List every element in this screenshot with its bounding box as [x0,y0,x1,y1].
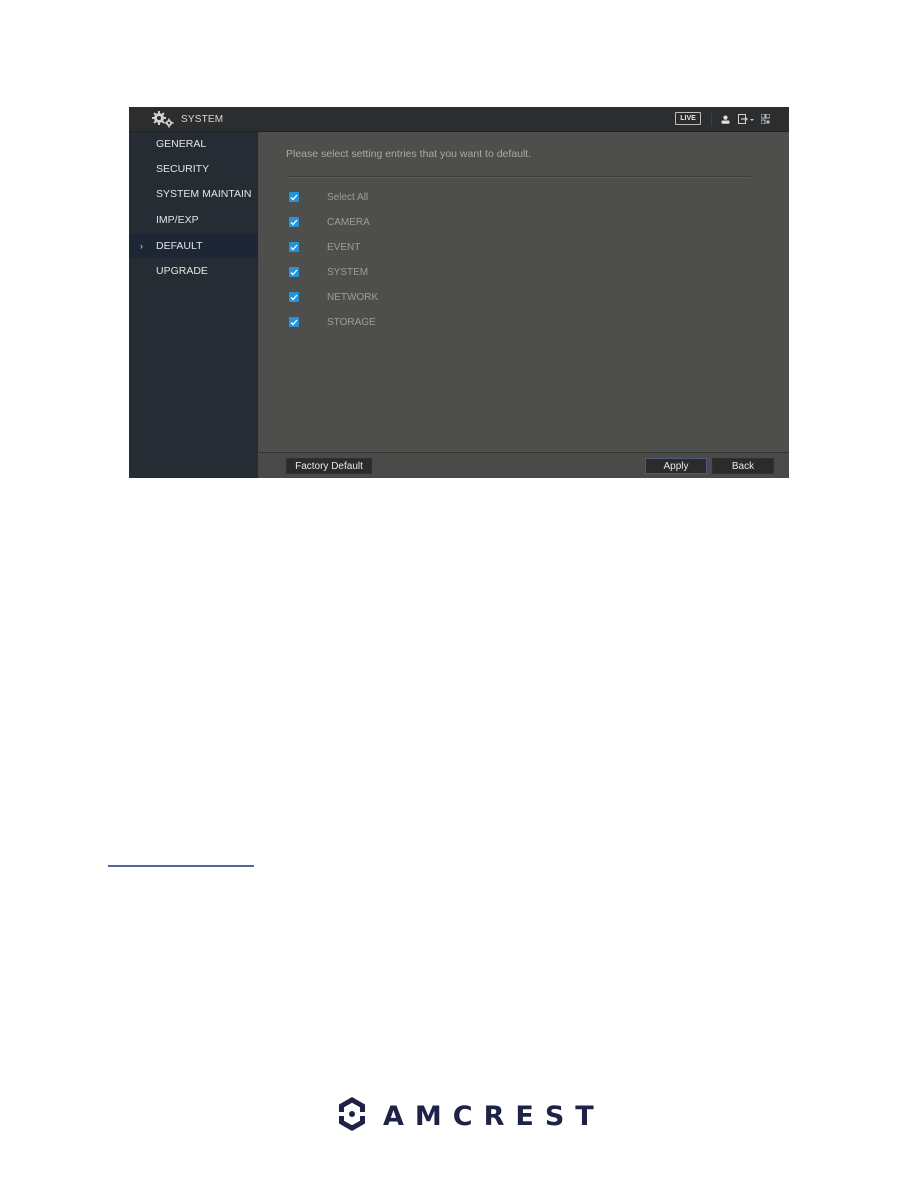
footer-bar: Factory Default Apply Back [259,452,789,478]
top-bar: SYSTEM LIVE [129,107,789,132]
toolbar-divider [711,112,712,126]
window-title: SYSTEM [181,113,224,125]
checkbox-checked-icon[interactable] [289,317,299,327]
sidebar-item-label: SYSTEM MAINTAIN [156,188,252,200]
option-select-all[interactable]: Select All [289,190,368,204]
window-title-area: SYSTEM [151,107,223,131]
hyperlink-underline[interactable] [108,865,254,867]
option-event[interactable]: EVENT [289,240,360,254]
option-label: STORAGE [327,316,376,328]
back-button[interactable]: Back [712,458,774,474]
sidebar-item-label: IMP/EXP [156,214,199,226]
sidebar-item-default[interactable]: › DEFAULT [129,234,258,258]
checkbox-checked-icon[interactable] [289,217,299,227]
checkbox-checked-icon[interactable] [289,267,299,277]
brand-wordmark: AMCREST [383,1100,605,1132]
factory-default-button[interactable]: Factory Default [286,458,372,474]
amcrest-logo: AMCREST [335,1095,605,1137]
instruction-text: Please select setting entries that you w… [286,148,532,160]
sidebar-item-label: DEFAULT [156,240,203,252]
checkbox-checked-icon[interactable] [289,242,299,252]
option-label: NETWORK [327,291,379,303]
apply-button[interactable]: Apply [645,458,707,474]
qr-code-icon[interactable] [760,113,770,125]
sidebar-item-imp-exp[interactable]: IMP/EXP [129,208,258,232]
sidebar: GENERAL SECURITY SYSTEM MAINTAIN IMP/EXP… [129,132,258,478]
sidebar-item-security[interactable]: SECURITY [129,157,258,181]
divider [286,176,751,177]
option-storage[interactable]: STORAGE [289,315,376,329]
chevron-right-icon: › [140,241,143,251]
user-icon[interactable] [720,113,730,125]
sidebar-item-upgrade[interactable]: UPGRADE [129,259,258,283]
logout-icon[interactable] [738,113,756,125]
default-settings-panel: Please select setting entries that you w… [259,132,789,452]
option-system[interactable]: SYSTEM [289,265,368,279]
sidebar-item-general[interactable]: GENERAL [129,132,258,156]
live-button[interactable]: LIVE [675,112,701,125]
gear-icon [151,110,177,128]
sidebar-item-label: GENERAL [156,138,207,150]
checkbox-checked-icon[interactable] [289,292,299,302]
sidebar-item-system-maintain[interactable]: SYSTEM MAINTAIN [129,182,258,206]
sidebar-item-label: SECURITY [156,163,210,175]
option-network[interactable]: NETWORK [289,290,378,304]
sidebar-item-label: UPGRADE [156,265,208,277]
checkbox-checked-icon[interactable] [289,192,299,202]
system-settings-window: SYSTEM LIVE GENERAL SECURITY SYSTEM MAIN… [129,107,789,478]
option-label: EVENT [327,241,361,253]
option-camera[interactable]: CAMERA [289,215,370,229]
option-label: SYSTEM [327,266,369,278]
option-label: CAMERA [327,216,370,228]
option-label: Select All [327,191,369,203]
amcrest-hexagon-icon [335,1094,369,1139]
